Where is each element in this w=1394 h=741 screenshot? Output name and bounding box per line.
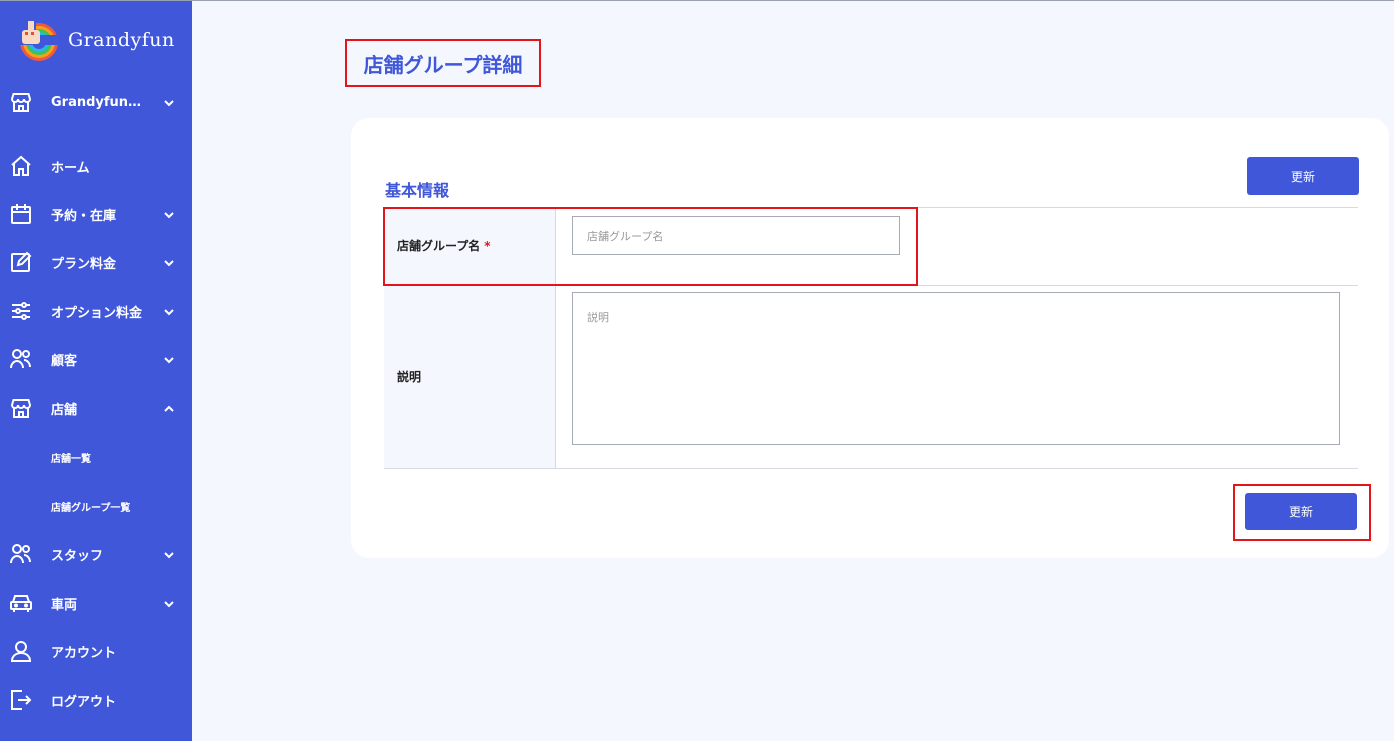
- sidebar-item-option-price[interactable]: オプション料金: [0, 291, 192, 331]
- logout-icon: [9, 688, 33, 712]
- chevron-up-icon[interactable]: [162, 401, 176, 415]
- sidebar-item-label: オプション料金: [51, 305, 143, 321]
- users-icon: [9, 542, 33, 566]
- edit-icon: [9, 250, 33, 274]
- description-label: 説明: [397, 370, 422, 384]
- sliders-icon: [9, 299, 33, 323]
- sidebar-item-label: プラン料金: [51, 256, 117, 272]
- group-name-highlight: [383, 207, 918, 286]
- store-icon: [9, 90, 33, 114]
- description-textarea[interactable]: 説明: [572, 292, 1340, 445]
- sidebar-subitem-store-group-list[interactable]: 店舗グループ一覧: [0, 490, 192, 522]
- user-icon: [9, 639, 33, 663]
- calendar-icon: [9, 202, 33, 226]
- car-icon: [9, 591, 33, 615]
- sidebar: Grandyfun Grandyfun… ホーム 予約・在庫 プラン料金 オプシ…: [0, 1, 192, 741]
- brand-name: Grandyfun: [68, 29, 175, 51]
- chevron-down-icon[interactable]: [162, 304, 176, 318]
- home-icon: [9, 154, 33, 178]
- chevron-down-icon[interactable]: [162, 207, 176, 221]
- sidebar-item-label: ログアウト: [51, 694, 117, 710]
- sidebar-item-stores[interactable]: 店舗: [0, 388, 192, 428]
- sidebar-item-logout[interactable]: ログアウト: [0, 680, 192, 720]
- sidebar-item-label: 店舗: [51, 402, 78, 418]
- sidebar-item-label: アカウント: [51, 645, 117, 661]
- section-title: 基本情報: [385, 181, 450, 200]
- sidebar-item-company[interactable]: Grandyfun…: [0, 82, 192, 122]
- page-title-highlight: 店舗グループ詳細: [345, 39, 541, 87]
- chevron-down-icon[interactable]: [162, 596, 176, 610]
- chevron-down-icon[interactable]: [162, 547, 176, 561]
- sidebar-item-label: 顧客: [51, 353, 78, 369]
- sidebar-item-label: ホーム: [51, 160, 90, 176]
- chevron-down-icon[interactable]: [162, 352, 176, 366]
- sidebar-item-vehicles[interactable]: 車両: [0, 583, 192, 623]
- page-title: 店舗グループ詳細: [363, 52, 523, 77]
- sidebar-item-customers[interactable]: 顧客: [0, 339, 192, 379]
- sidebar-item-label: 車両: [51, 597, 78, 613]
- chevron-down-icon[interactable]: [162, 95, 176, 109]
- sidebar-item-home[interactable]: ホーム: [0, 146, 192, 186]
- sidebar-item-label: 予約・在庫: [51, 208, 117, 224]
- sidebar-subitem-store-list[interactable]: 店舗一覧: [0, 441, 192, 473]
- sidebar-subitem-label: 店舗一覧: [51, 453, 91, 465]
- brand[interactable]: Grandyfun: [14, 17, 175, 63]
- users-icon: [9, 347, 33, 371]
- chevron-down-icon[interactable]: [162, 255, 176, 269]
- sidebar-item-plan-price[interactable]: プラン料金: [0, 242, 192, 282]
- grandyfun-logo-icon: [14, 17, 62, 63]
- sidebar-item-account[interactable]: アカウント: [0, 631, 192, 671]
- sidebar-item-label: スタッフ: [51, 548, 104, 564]
- sidebar-item-reservation[interactable]: 予約・在庫: [0, 194, 192, 234]
- sidebar-subitem-label: 店舗グループ一覧: [51, 502, 131, 514]
- update-button-top[interactable]: 更新: [1247, 157, 1359, 195]
- update-button-bottom[interactable]: 更新: [1245, 493, 1357, 530]
- sidebar-item-label: Grandyfun…: [51, 94, 142, 110]
- divider: [384, 468, 1358, 469]
- store-icon: [9, 396, 33, 420]
- sidebar-item-staff[interactable]: スタッフ: [0, 534, 192, 574]
